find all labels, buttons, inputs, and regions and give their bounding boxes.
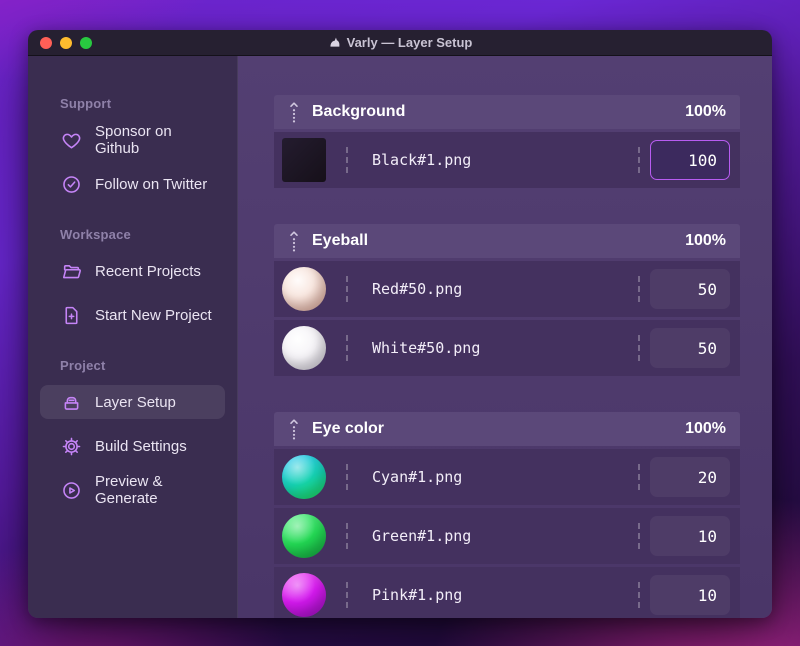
gear-icon: [60, 435, 82, 457]
layer-weight-input[interactable]: [650, 457, 730, 497]
layer-filename: Black#1.png: [372, 151, 472, 169]
window-title: Varly — Layer Setup: [328, 35, 473, 50]
play-circle-icon: [60, 479, 82, 501]
sidebar-item-label: Preview & Generate: [95, 473, 163, 507]
drag-handle-icon[interactable]: [288, 100, 302, 124]
sidebar-item-label: Sponsor on Github: [95, 123, 172, 157]
dashed-divider: [346, 147, 348, 173]
group-weight: 100%: [685, 103, 726, 120]
layer-row-green-1-png: Green#1.png: [274, 508, 740, 564]
group-name: Background: [312, 103, 406, 120]
window-title-text: Varly — Layer Setup: [346, 35, 473, 50]
dashed-divider: [638, 582, 640, 608]
dashed-divider: [638, 335, 640, 361]
layer-filename: Cyan#1.png: [372, 468, 463, 486]
sidebar-section-label-project: Project: [60, 358, 106, 373]
layer-group-eye-color: Eye color 100% Cyan#1.png Green#1.png Pink#1…: [274, 412, 740, 618]
folder-icon: [60, 260, 82, 282]
app-window: Varly — Layer Setup Support Sponsor on Gi…: [28, 30, 772, 618]
layer-group-header: Background 100%: [274, 95, 740, 129]
layer-weight-input[interactable]: [650, 140, 730, 180]
layer-row-red-50-png: Red#50.png: [274, 261, 740, 317]
sidebar-item-layer-setup[interactable]: Layer Setup: [40, 385, 225, 419]
layer-setup-panel: Background 100% Black#1.png Eyeball 100% Red#…: [238, 56, 772, 618]
layer-filename: Green#1.png: [372, 527, 472, 545]
sidebar-item-label: Follow on Twitter: [95, 175, 208, 193]
file-plus-icon: [60, 304, 82, 326]
desktop-wallpaper: Varly — Layer Setup Support Sponsor on Gi…: [0, 0, 800, 646]
dashed-divider: [346, 523, 348, 549]
sidebar-item-label: Start New Project: [95, 306, 212, 324]
sidebar-item-sponsor-on-github[interactable]: Sponsor on Github: [40, 123, 225, 157]
sidebar-item-preview-generate[interactable]: Preview & Generate: [40, 473, 225, 507]
group-name: Eyeball: [312, 232, 369, 249]
group-name: Eye color: [312, 420, 385, 437]
dashed-divider: [638, 147, 640, 173]
layer-group-eyeball: Eyeball 100% Red#50.png White#50.png: [274, 224, 740, 376]
layer-weight-input[interactable]: [650, 269, 730, 309]
cyan-thumbnail: [282, 455, 326, 499]
red-thumbnail: [282, 267, 326, 311]
layer-row-white-50-png: White#50.png: [274, 320, 740, 376]
dashed-divider: [346, 276, 348, 302]
dashed-divider: [346, 582, 348, 608]
layer-group-background: Background 100% Black#1.png: [274, 95, 740, 188]
sidebar-section-label-workspace: Workspace: [60, 227, 131, 242]
dashed-divider: [638, 523, 640, 549]
sidebar: Support Sponsor on Github Follow on Twitte…: [28, 56, 238, 618]
close-button[interactable]: [40, 37, 52, 49]
layer-filename: Red#50.png: [372, 280, 463, 298]
sidebar-item-start-new-project[interactable]: Start New Project: [40, 298, 225, 332]
black-thumbnail: [282, 138, 326, 182]
dashed-divider: [638, 276, 640, 302]
sidebar-item-label: Recent Projects: [95, 262, 201, 280]
check-badge-icon: [60, 173, 82, 195]
sidebar-item-build-settings[interactable]: Build Settings: [40, 429, 225, 463]
layer-filename: Pink#1.png: [372, 586, 463, 604]
white-thumbnail: [282, 326, 326, 370]
layer-row-pink-1-png: Pink#1.png: [274, 567, 740, 618]
titlebar[interactable]: Varly — Layer Setup: [28, 30, 772, 56]
dashed-divider: [638, 464, 640, 490]
group-weight: 100%: [685, 420, 726, 437]
pink-thumbnail: [282, 573, 326, 617]
window-body: Support Sponsor on Github Follow on Twitte…: [28, 56, 772, 618]
layer-group-header: Eyeball 100%: [274, 224, 740, 258]
traffic-lights: [40, 37, 92, 49]
group-weight: 100%: [685, 232, 726, 249]
sidebar-item-label: Build Settings: [95, 437, 187, 455]
heart-icon: [60, 129, 82, 151]
sidebar-item-label: Layer Setup: [95, 393, 176, 411]
minimize-button[interactable]: [60, 37, 72, 49]
layer-box-icon: [60, 391, 82, 413]
dashed-divider: [346, 335, 348, 361]
drag-handle-icon[interactable]: [288, 417, 302, 441]
zoom-button[interactable]: [80, 37, 92, 49]
layer-filename: White#50.png: [372, 339, 481, 357]
dashed-divider: [346, 464, 348, 490]
drag-handle-icon[interactable]: [288, 229, 302, 253]
layer-weight-input[interactable]: [650, 516, 730, 556]
layer-weight-input[interactable]: [650, 575, 730, 615]
sidebar-item-recent-projects[interactable]: Recent Projects: [40, 254, 225, 288]
layer-row-black-1-png: Black#1.png: [274, 132, 740, 188]
sidebar-section-label-support: Support: [60, 96, 112, 111]
layer-group-header: Eye color 100%: [274, 412, 740, 446]
sidebar-item-follow-on-twitter[interactable]: Follow on Twitter: [40, 167, 225, 201]
unicorn-icon: [328, 36, 341, 49]
layer-weight-input[interactable]: [650, 328, 730, 368]
green-thumbnail: [282, 514, 326, 558]
layer-row-cyan-1-png: Cyan#1.png: [274, 449, 740, 505]
